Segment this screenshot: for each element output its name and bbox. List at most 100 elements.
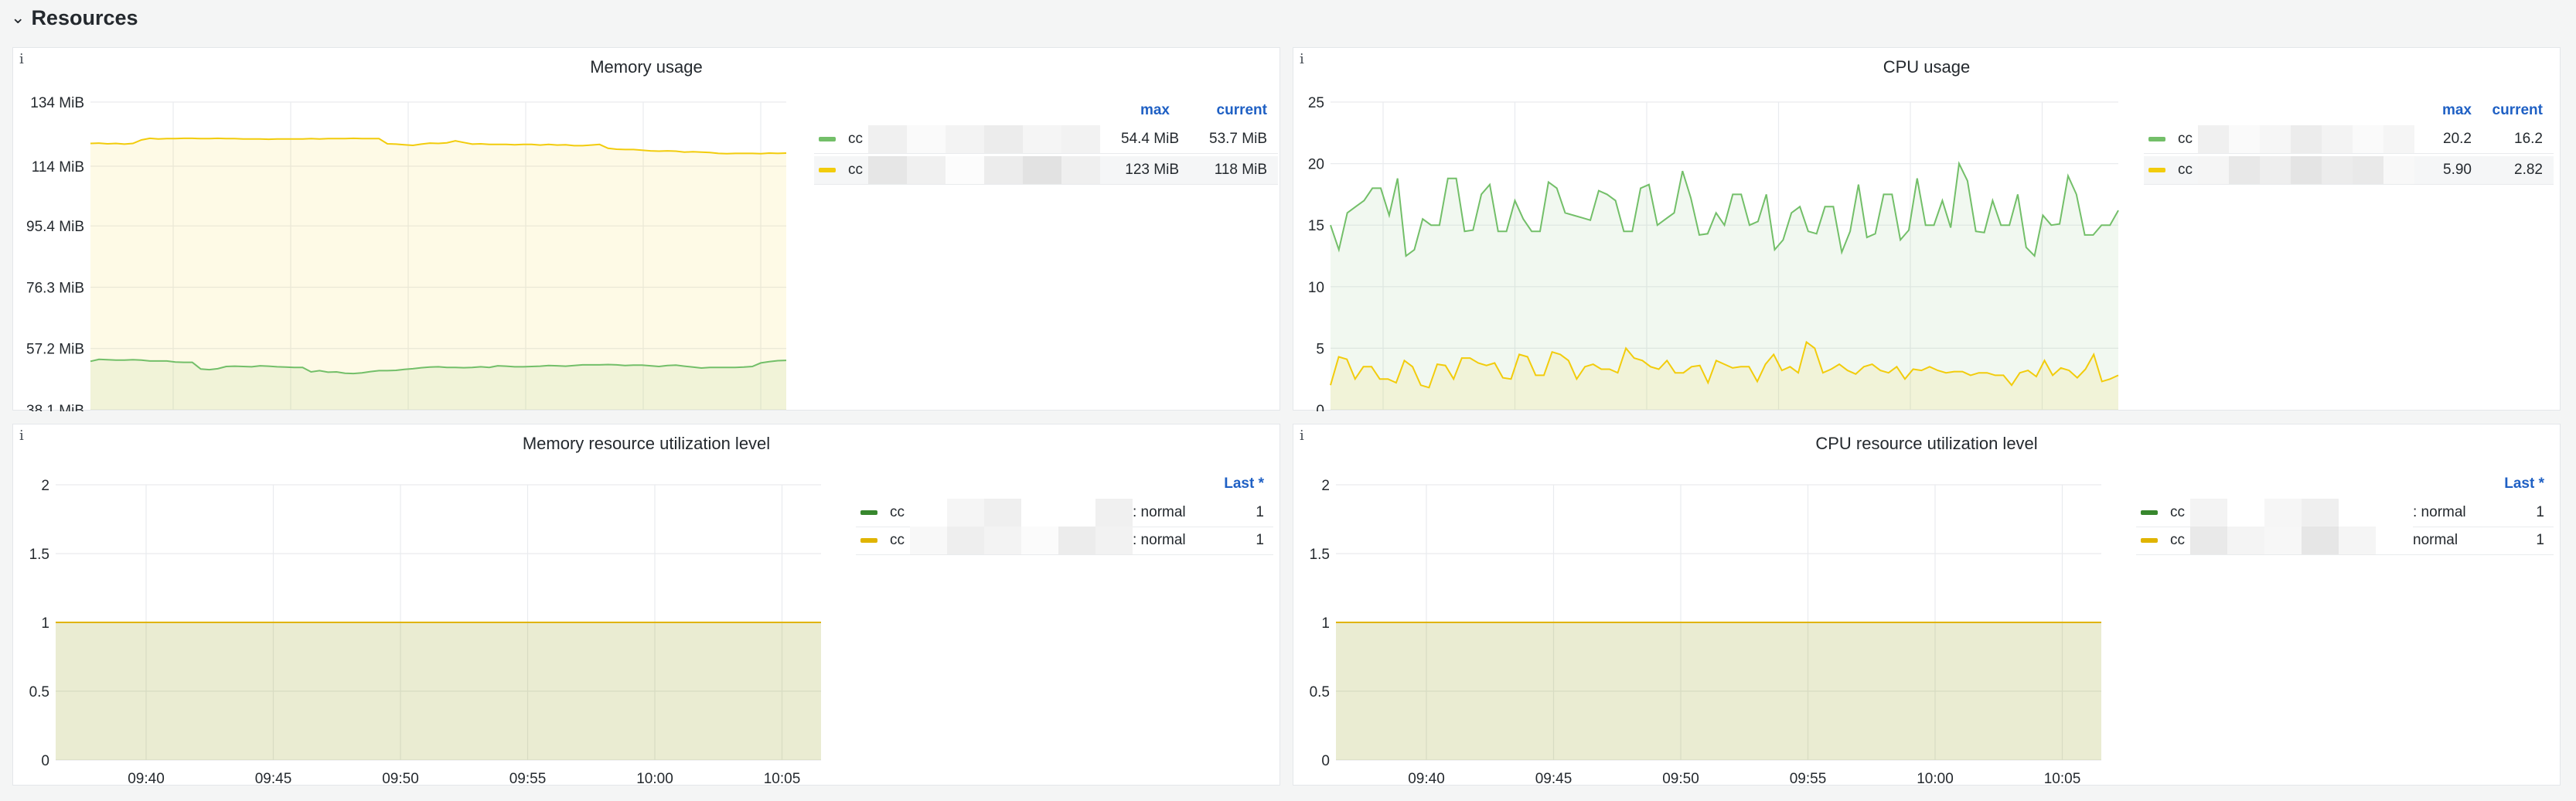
chart-cpu-usage: 051015202509:4009:4509:5009:5510:0010:05 (1308, 95, 2119, 411)
legend-max-value: 54.4 MiB (1121, 131, 1179, 147)
series-swatch (2141, 510, 2158, 515)
legend-row[interactable]: cc 5.90 2.82 (2144, 156, 2554, 185)
y-tick-label: 10 (1308, 280, 1324, 296)
legend-row[interactable]: cc : normal 1 (2136, 499, 2554, 527)
legend: Last * cc : normal 1 cc normal 1 (2136, 475, 2554, 568)
panel-memory-utilization[interactable]: i Memory resource utilization level 0 0.5… (12, 424, 1280, 786)
redacted-block (868, 125, 1100, 153)
series-swatch (2148, 168, 2165, 172)
x-tick-label: 09:50 (382, 771, 419, 786)
series-status: normal (2413, 532, 2458, 548)
legend-max-value: 5.90 (2443, 162, 2472, 178)
panel-title[interactable]: Memory usage (13, 57, 1279, 77)
y-tick-label: 0 (41, 753, 49, 769)
legend-current-value: 16.2 (2514, 131, 2543, 147)
legend-max-value: 20.2 (2443, 131, 2472, 147)
series-area (1336, 622, 2101, 760)
legend-row[interactable]: cc normal 1 (2136, 527, 2554, 555)
y-tick-label: 76.3 MiB (26, 280, 84, 296)
y-tick-label: 134 MiB (30, 95, 84, 111)
series-name: cc (848, 131, 863, 147)
legend-last-value: 1 (1256, 504, 1264, 520)
legend-header-current[interactable]: current (1217, 102, 1267, 119)
legend-current-value: 2.82 (2514, 162, 2543, 178)
redacted-block (868, 156, 1100, 184)
y-tick-label: 20 (1308, 157, 1324, 173)
panel-memory-usage[interactable]: i Memory usage 38.1 MiB 57.2 MiB 76.3 MiB 9… (12, 47, 1280, 411)
legend-last-value: 1 (2536, 532, 2544, 548)
x-tick-label: 09:45 (255, 771, 292, 786)
chevron-down-icon[interactable]: ⌄ (11, 8, 25, 28)
y-tick-label: 5 (1316, 341, 1324, 357)
y-tick-label: 0 (1321, 753, 1330, 769)
legend-header-last[interactable]: Last * (2504, 475, 2544, 493)
x-tick-label: 09:40 (128, 771, 165, 786)
legend-row[interactable]: cc : normal 1 (856, 499, 1273, 527)
series-status: : normal (2413, 504, 2466, 520)
y-tick-label: 57.2 MiB (26, 342, 84, 358)
y-tick-label: 25 (1308, 95, 1324, 111)
y-tick-label: 1.5 (1310, 547, 1330, 563)
series-swatch (860, 538, 877, 543)
chart-memory-usage: 38.1 MiB 57.2 MiB 76.3 MiB 95.4 MiB 114 MiB 1… (26, 95, 787, 411)
x-tick-label: 10:00 (636, 771, 673, 786)
y-tick-label: 0 (1316, 403, 1324, 411)
series-name: cc (2170, 504, 2185, 520)
legend-row[interactable]: cc 123 MiB 118 MiB (814, 156, 1278, 185)
series-area (90, 138, 786, 410)
legend-current-value: 53.7 MiB (1209, 131, 1267, 147)
y-tick-label: 38.1 MiB (26, 403, 84, 411)
legend-current-value: 118 MiB (1214, 162, 1267, 178)
row-title: Resources (31, 5, 138, 29)
legend-header-max[interactable]: max (1140, 102, 1170, 119)
x-tick-label: 09:55 (1790, 771, 1827, 786)
legend-row[interactable]: cc : normal 1 (856, 527, 1273, 555)
legend: max current cc 20.2 16.2 cc 5.90 2.82 (2144, 102, 2554, 195)
panel-cpu-utilization[interactable]: i CPU resource utilization level 0 0.5 1 1.… (1293, 424, 2561, 786)
redacted-block (910, 499, 1133, 527)
y-tick-label: 0.5 (29, 684, 49, 700)
legend: max current cc 54.4 MiB 53.7 MiB cc 123 … (814, 102, 1278, 195)
legend-row[interactable]: cc 20.2 16.2 (2144, 125, 2554, 154)
series-name: cc (848, 162, 863, 178)
y-tick-label: 1.5 (29, 547, 49, 563)
y-tick-label: 1 (41, 615, 49, 632)
legend-header-last[interactable]: Last * (1224, 475, 1264, 493)
series-name: cc (2170, 532, 2185, 548)
panel-title[interactable]: Memory resource utilization level (13, 434, 1279, 454)
y-tick-label: 2 (41, 478, 49, 494)
chart-memory-utilization: 0 0.5 1 1.5 2 09:40 09:45 09:50 09:55 10:00 10:05 (29, 478, 821, 786)
y-tick-label: 114 MiB (32, 159, 84, 176)
series-swatch (860, 510, 877, 515)
x-tick-label: 09:45 (1535, 771, 1573, 786)
legend-max-value: 123 MiB (1125, 162, 1179, 178)
redacted-block (2190, 499, 2413, 527)
panel-title[interactable]: CPU resource utilization level (1293, 434, 2560, 454)
series-swatch (2141, 538, 2158, 543)
x-tick-label: 10:05 (2044, 771, 2081, 786)
x-tick-label: 10:05 (764, 771, 801, 786)
y-tick-label: 0.5 (1310, 684, 1330, 700)
series-status: : normal (1133, 504, 1186, 520)
legend-last-value: 1 (1256, 532, 1264, 548)
y-tick-label: 1 (1321, 615, 1330, 632)
legend-last-value: 1 (2536, 504, 2544, 520)
redacted-block (2190, 527, 2413, 554)
y-tick-label: 2 (1321, 478, 1330, 494)
legend-header-current[interactable]: current (2493, 102, 2543, 119)
y-tick-label: 95.4 MiB (26, 219, 84, 235)
panel-cpu-usage[interactable]: i CPU usage 051015202509:4009:4509:5009:… (1293, 47, 2561, 411)
series-status: : normal (1133, 532, 1186, 548)
legend-header-max[interactable]: max (2442, 102, 2472, 119)
series-name: cc (2178, 162, 2193, 178)
series-name: cc (2178, 131, 2193, 147)
y-tick-label: 15 (1308, 218, 1324, 234)
series-name: cc (890, 504, 905, 520)
legend-row[interactable]: cc 54.4 MiB 53.7 MiB (814, 125, 1278, 154)
redacted-block (2198, 125, 2414, 153)
series-swatch (819, 168, 836, 172)
row-header-resources[interactable]: ⌄ Resources (11, 0, 138, 36)
series-swatch (819, 137, 836, 141)
panel-title[interactable]: CPU usage (1293, 57, 2560, 77)
chart-cpu-utilization: 0 0.5 1 1.5 2 09:40 09:45 09:50 09:55 10:00 10:05 (1310, 478, 2101, 786)
